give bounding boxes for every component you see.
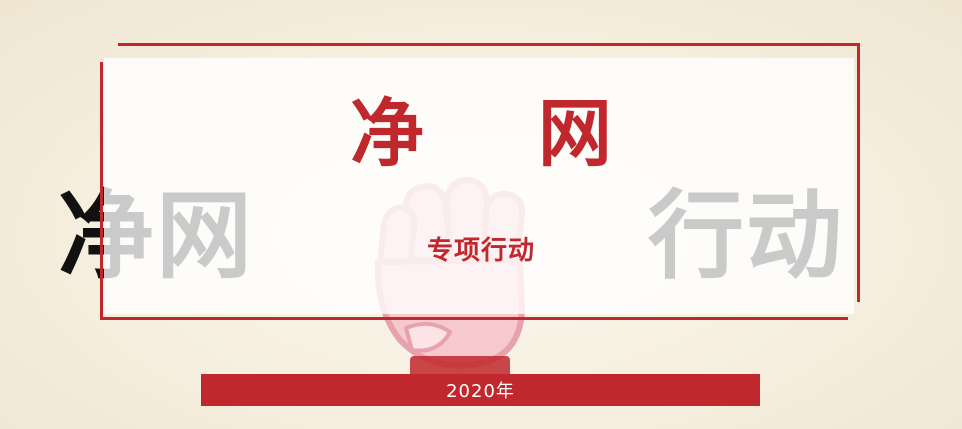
frame-top-line <box>118 43 860 46</box>
banner-subtitle: 专项行动 <box>426 236 535 266</box>
year-label: 2020年 <box>446 381 515 402</box>
year-bar: 2020年 <box>201 374 760 406</box>
banner-title: 净 网 <box>350 91 656 177</box>
frame-bottom-line <box>100 317 848 320</box>
